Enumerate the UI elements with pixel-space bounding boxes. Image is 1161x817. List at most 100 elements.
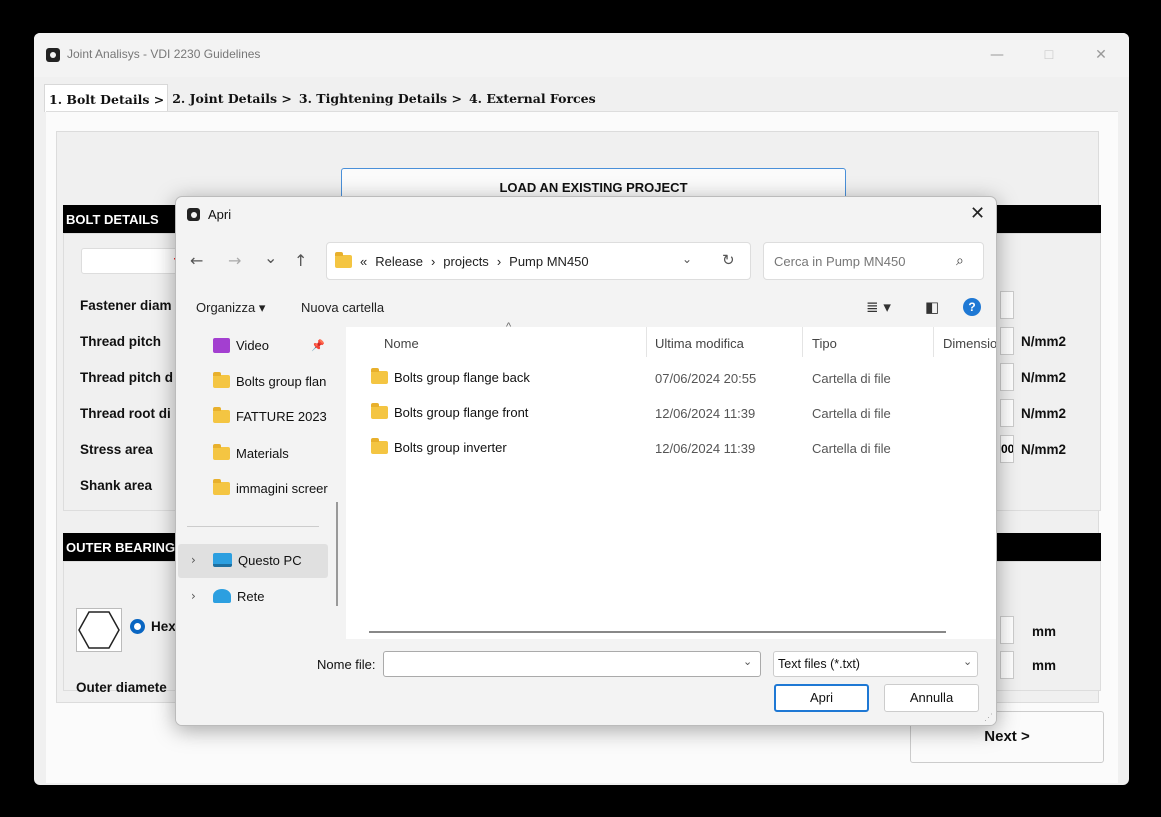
address-bar[interactable]: « Release › projects › Pump MN450 ⌄ ↻ [326, 242, 751, 280]
outer-diameter-label: Outer diamete [76, 680, 167, 695]
up-arrow-icon[interactable]: ↑ [294, 251, 307, 270]
tab-tightening-details[interactable]: 3. Tightening Details > [295, 84, 465, 112]
thread-pitch-input[interactable] [1000, 327, 1014, 355]
sidebar-item-fatture[interactable]: FATTURE 2023 [213, 406, 327, 426]
sidebar-item-video[interactable]: Video [213, 335, 269, 355]
maximize-button[interactable]: ☐ [1034, 44, 1064, 66]
sidebar-item-bolts-group[interactable]: Bolts group flan [213, 371, 326, 391]
file-type-filter[interactable]: Text files (*.txt) [773, 651, 978, 677]
view-list-icon[interactable]: ≣ ▾ [866, 298, 891, 316]
search-box[interactable]: Cerca in Pump MN450 ⌕ [763, 242, 984, 280]
expand-chevron-icon[interactable]: › [191, 553, 196, 567]
file-name: Bolts group flange front [394, 405, 529, 420]
file-type: Cartella di file [812, 406, 891, 421]
search-input[interactable]: Cerca in Pump MN450 [774, 254, 906, 269]
sidebar-item-label: immagini screer [236, 480, 328, 496]
tab-joint-details[interactable]: 2. Joint Details > [168, 84, 295, 112]
help-icon[interactable]: ? [963, 298, 981, 316]
file-name-dropdown-icon[interactable]: ⌄ [743, 655, 752, 668]
outer-bearing-input-1[interactable] [1000, 616, 1014, 644]
dialog-title: Apri [208, 207, 232, 222]
thread-pitch-diameter-label: Thread pitch d [80, 370, 174, 385]
breadcrumb-release[interactable]: Release [375, 254, 423, 269]
cancel-button[interactable]: Annulla [884, 684, 979, 712]
folder-icon [371, 403, 388, 419]
expand-chevron-icon[interactable]: › [191, 589, 196, 603]
fastener-diameter-label: Fastener diam [80, 298, 172, 313]
tab-bolt-details[interactable]: 1. Bolt Details > [44, 84, 169, 112]
sidebar-item-materials[interactable]: Materials [213, 443, 289, 463]
screen-frame: Joint Analisys - VDI 2230 Guidelines — ☐… [0, 0, 1161, 817]
computer-icon [213, 553, 232, 567]
sidebar-item-label: Video [236, 337, 270, 353]
recent-chevron-icon[interactable]: ⌄ [264, 248, 277, 267]
column-type[interactable]: Tipo [812, 336, 837, 351]
file-name-label: Nome file: [317, 657, 376, 672]
sidebar-item-label: Materials [236, 445, 289, 461]
network-icon [213, 589, 231, 603]
folder-icon [371, 368, 388, 384]
folder-icon [213, 443, 230, 460]
refresh-icon[interactable]: ↻ [722, 251, 735, 269]
dialog-toolbar: Organizza ▾ Nuova cartella ≣ ▾ ◧ ? [176, 293, 996, 325]
minimize-button[interactable]: — [982, 44, 1012, 66]
folder-icon [213, 478, 230, 495]
thread-root-diameter-input[interactable] [1000, 399, 1014, 427]
thread-root-diameter-unit: N/mm2 [1021, 406, 1067, 421]
thread-pitch-diameter-input[interactable] [1000, 363, 1014, 391]
column-name[interactable]: Nome [384, 336, 419, 351]
open-button[interactable]: Apri [774, 684, 869, 712]
sidebar-item-label: Questo PC [238, 552, 302, 568]
thread-pitch-unit: N/mm2 [1021, 334, 1067, 349]
outer-bearing-input-2[interactable] [1000, 651, 1014, 679]
dialog-close-button[interactable]: ✕ [970, 203, 985, 224]
folder-icon [371, 438, 388, 454]
preview-pane-icon[interactable]: ◧ [925, 298, 939, 316]
new-folder-button[interactable]: Nuova cartella [301, 300, 384, 315]
fastener-diameter-input[interactable] [1000, 291, 1014, 319]
back-arrow-icon[interactable]: ← [190, 251, 203, 270]
breadcrumb-separator-icon: › [496, 254, 502, 269]
hex-radio-button[interactable] [130, 619, 145, 634]
shank-area-label: Shank area [80, 478, 153, 493]
close-button[interactable]: ✕ [1086, 44, 1116, 66]
column-divider[interactable] [646, 327, 647, 357]
sidebar-item-rete[interactable]: Rete [213, 586, 264, 606]
hexagon-shape-icon [76, 608, 122, 652]
outer-bearing-unit-1: mm [1032, 624, 1057, 639]
breadcrumb-projects[interactable]: projects [443, 254, 489, 269]
sidebar-item-questo-pc[interactable]: Questo PC [213, 550, 302, 570]
column-divider[interactable] [933, 327, 934, 357]
file-name-input[interactable] [383, 651, 761, 677]
file-row[interactable]: Bolts group inverter 12/06/2024 11:39 Ca… [346, 433, 996, 463]
tab-external-forces[interactable]: 4. External Forces [465, 84, 599, 112]
column-modified[interactable]: Ultima modifica [655, 336, 744, 351]
column-size[interactable]: Dimensio [943, 336, 996, 351]
file-row[interactable]: Bolts group flange front 12/06/2024 11:3… [346, 398, 996, 428]
thread-pitch-diameter-unit: N/mm2 [1021, 370, 1067, 385]
filter-dropdown-icon[interactable]: ⌄ [963, 655, 972, 668]
dialog-navbar: ← → ⌄ ↑ « Release › projects › Pump MN45… [176, 237, 996, 287]
folder-icon [213, 406, 230, 423]
resize-grip-icon[interactable]: ⋰ [984, 712, 993, 723]
file-row[interactable]: Bolts group flange back 07/06/2024 20:55… [346, 363, 996, 393]
column-divider[interactable] [802, 327, 803, 357]
search-icon[interactable]: ⌕ [956, 253, 964, 269]
breadcrumb-separator-icon: › [430, 254, 436, 269]
file-modified: 12/06/2024 11:39 [655, 441, 756, 456]
nav-scrollbar[interactable] [336, 502, 338, 606]
forward-arrow-icon[interactable]: → [228, 251, 241, 270]
organize-menu[interactable]: Organizza ▾ [196, 300, 265, 316]
hex-option-label: Hex [151, 619, 176, 634]
thread-root-diameter-label: Thread root di [80, 406, 171, 421]
breadcrumb-pump[interactable]: Pump MN450 [509, 254, 588, 269]
tab-strip: 1. Bolt Details > 2. Joint Details > 3. … [44, 84, 599, 112]
stress-area-input[interactable]: 00 [1000, 435, 1014, 463]
sidebar-item-label: FATTURE 2023 [236, 408, 327, 424]
stress-area-label: Stress area [80, 442, 153, 457]
horizontal-scrollbar[interactable] [369, 631, 946, 633]
file-name: Bolts group inverter [394, 440, 507, 455]
sidebar-item-immagini[interactable]: immagini screer [213, 478, 328, 498]
address-dropdown-icon[interactable]: ⌄ [682, 252, 692, 266]
address-overflow[interactable]: « [360, 254, 367, 269]
